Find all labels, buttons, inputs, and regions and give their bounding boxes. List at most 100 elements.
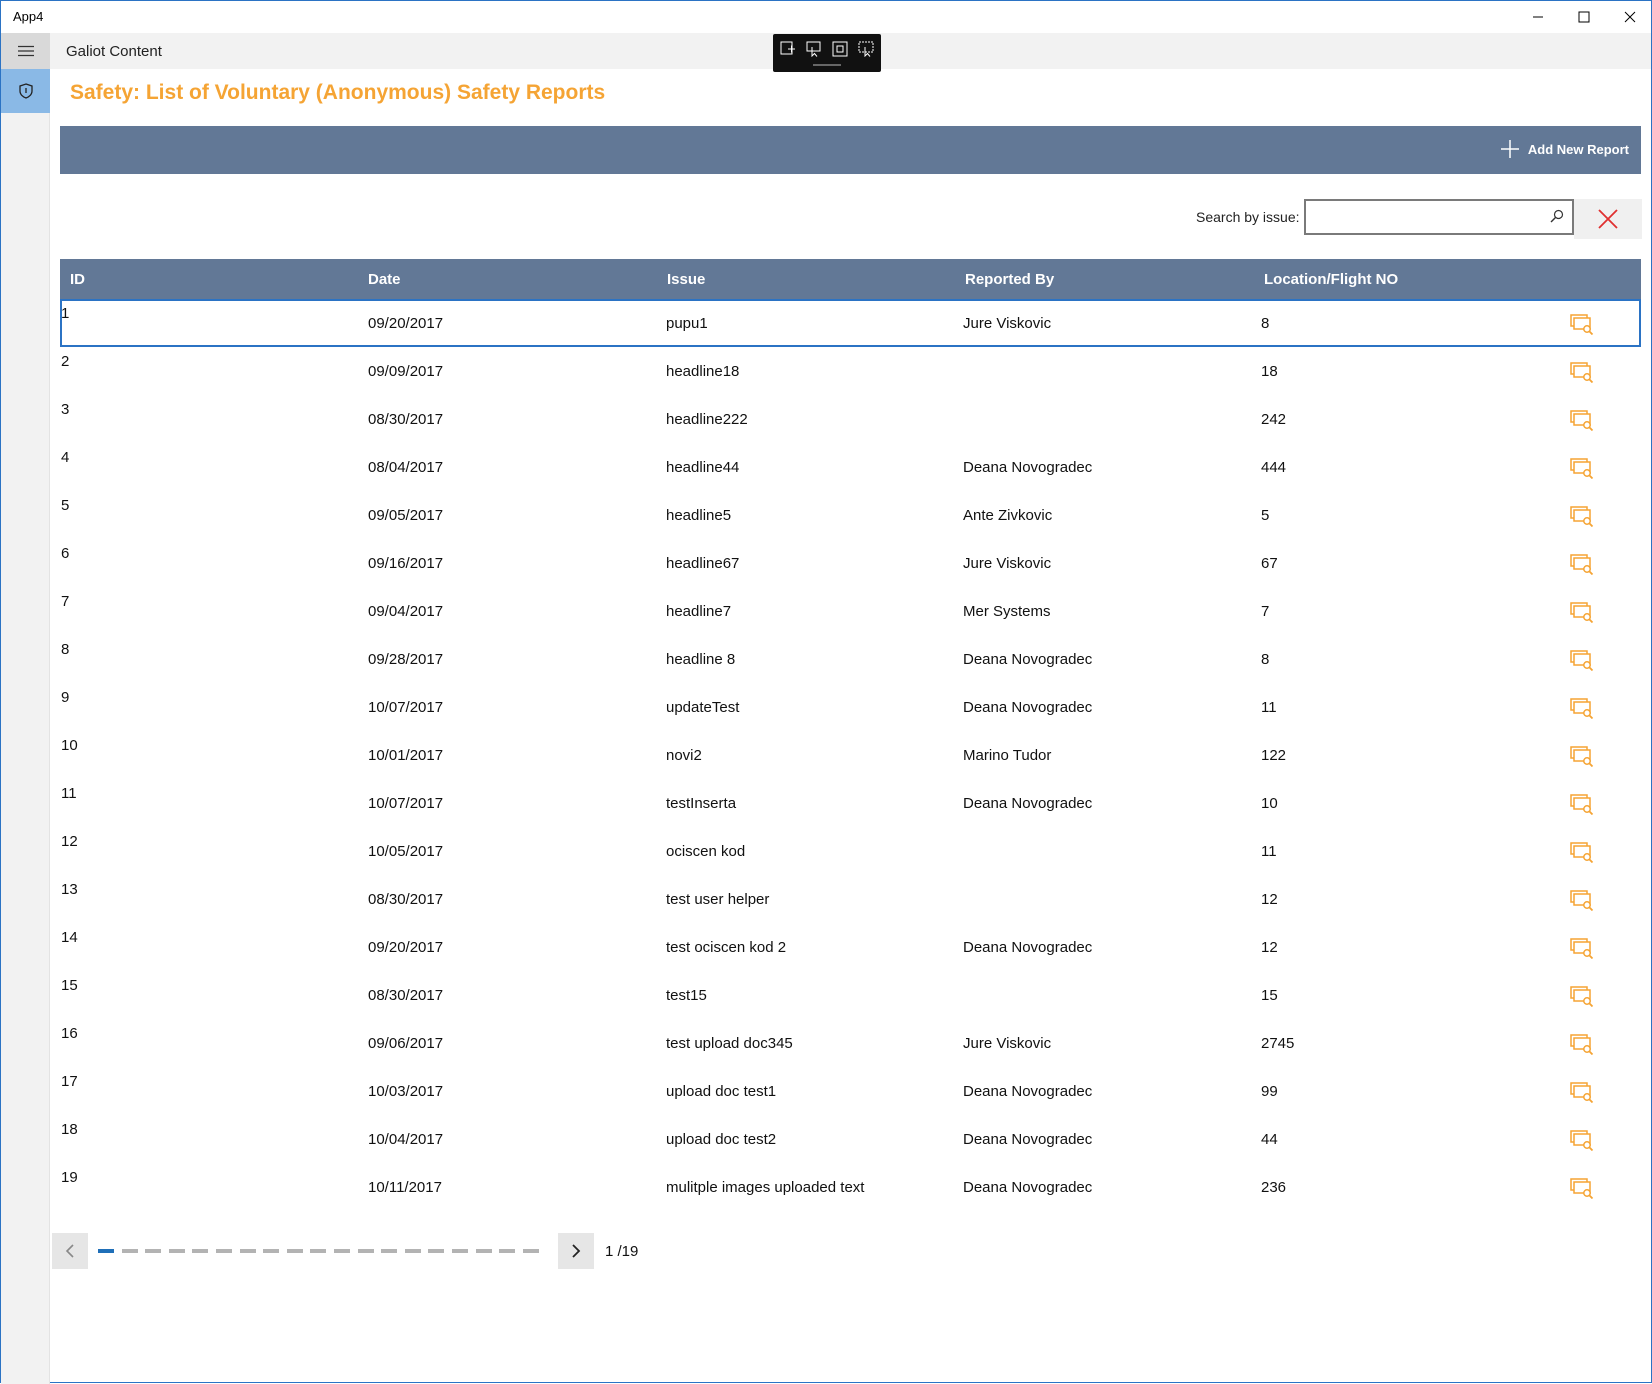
view-report-icon[interactable] [1570, 889, 1594, 912]
table-row[interactable]: 5 09/05/2017 headline5 Ante Zivkovic 5 [60, 491, 1641, 539]
table-row[interactable]: 1 09/20/2017 pupu1 Jure Viskovic 8 [60, 299, 1641, 347]
page-dot[interactable] [192, 1249, 209, 1253]
column-header-issue[interactable]: Issue [667, 271, 705, 288]
next-page-button[interactable] [558, 1233, 594, 1269]
table-row[interactable]: 18 10/04/2017 upload doc test2 Deana Novogr… [60, 1115, 1641, 1163]
view-report-icon[interactable] [1570, 601, 1594, 624]
table-row[interactable]: 15 08/30/2017 test15 15 [60, 971, 1641, 1019]
view-report-icon[interactable] [1570, 553, 1594, 576]
table-row[interactable]: 11 10/07/2017 testInserta Deana Novogradec 1… [60, 779, 1641, 827]
table-row[interactable]: 12 10/05/2017 ociscen kod 11 [60, 827, 1641, 875]
table-row[interactable]: 14 09/20/2017 test ociscen kod 2 Deana Novo… [60, 923, 1641, 971]
page-dot[interactable] [357, 1249, 374, 1253]
column-header-location[interactable]: Location/Flight NO [1264, 271, 1398, 288]
view-report-icon[interactable] [1570, 505, 1594, 528]
page-dot[interactable] [263, 1249, 280, 1253]
cell-location: 67 [1261, 555, 1278, 572]
view-report-icon[interactable] [1570, 313, 1594, 336]
view-report-icon[interactable] [1570, 697, 1594, 720]
cell-id: 4 [61, 449, 70, 466]
page-dot[interactable] [145, 1249, 162, 1253]
page-dot[interactable] [168, 1249, 185, 1253]
live-visual-tree-button[interactable] [778, 40, 798, 58]
select-element-button[interactable] [804, 40, 824, 58]
nav-item-safety[interactable] [1, 69, 50, 113]
view-report-icon[interactable] [1570, 409, 1594, 432]
column-header-reported-by[interactable]: Reported By [965, 271, 1054, 288]
view-report-icon[interactable] [1570, 361, 1594, 384]
cell-date: 08/04/2017 [368, 459, 444, 476]
cell-issue: pupu1 [666, 315, 708, 332]
table-row[interactable]: 2 09/09/2017 headline18 18 [60, 347, 1641, 395]
table-row[interactable]: 19 10/11/2017 mulitple images uploaded tex… [60, 1163, 1641, 1211]
chevron-left-icon [65, 1244, 74, 1258]
search-input[interactable] [1312, 205, 1542, 229]
page-dot[interactable] [475, 1249, 492, 1253]
page-title: Safety: List of Voluntary (Anonymous) Sa… [70, 81, 606, 104]
view-report-icon[interactable] [1570, 985, 1594, 1008]
cell-id: 1 [61, 305, 70, 322]
nav-rail [1, 33, 50, 1384]
track-focus-button[interactable] [856, 40, 876, 58]
view-report-icon[interactable] [1570, 793, 1594, 816]
cell-reported-by: Mer Systems [963, 603, 1051, 620]
hamburger-menu-button[interactable] [1, 33, 50, 69]
table-row[interactable]: 9 10/07/2017 updateTest Deana Novogradec 11 [60, 683, 1641, 731]
minimize-button[interactable] [1515, 1, 1561, 33]
view-report-icon[interactable] [1570, 649, 1594, 672]
cell-location: 8 [1261, 315, 1270, 332]
table-row[interactable]: 17 10/03/2017 upload doc test1 Deana Novogr… [60, 1067, 1641, 1115]
cell-location: 2745 [1261, 1035, 1295, 1052]
table-row[interactable]: 6 09/16/2017 headline67 Jure Viskovic 67 [60, 539, 1641, 587]
page-dot[interactable] [98, 1249, 114, 1253]
page-dot[interactable] [381, 1249, 398, 1253]
table-row[interactable]: 10 10/01/2017 novi2 Marino Tudor 122 [60, 731, 1641, 779]
cell-issue: headline5 [666, 507, 732, 524]
page-dot[interactable] [522, 1249, 539, 1253]
search-icon[interactable] [1550, 209, 1564, 223]
table-row[interactable]: 3 08/30/2017 headline222 242 [60, 395, 1641, 443]
view-report-icon[interactable] [1570, 1129, 1594, 1152]
column-header-id[interactable]: ID [70, 271, 85, 288]
page-dot[interactable] [216, 1249, 232, 1253]
view-report-icon[interactable] [1570, 457, 1594, 480]
column-header-date[interactable]: Date [368, 271, 401, 288]
toolbar-grip[interactable] [813, 64, 841, 66]
page-dot[interactable] [310, 1249, 327, 1253]
view-report-icon[interactable] [1570, 1081, 1594, 1104]
table-row[interactable]: 13 08/30/2017 test user helper 12 [60, 875, 1641, 923]
clear-search-button[interactable] [1574, 199, 1642, 239]
previous-page-button[interactable] [52, 1233, 88, 1269]
reports-list: 1 09/20/2017 pupu1 Jure Viskovic 8 2 09/09/201… [60, 299, 1641, 1211]
view-report-icon[interactable] [1570, 937, 1594, 960]
page-dot[interactable] [121, 1249, 138, 1253]
page-dot[interactable] [286, 1249, 303, 1253]
cell-location: 12 [1261, 891, 1278, 908]
table-row[interactable]: 7 09/04/2017 headline7 Mer Systems 7 [60, 587, 1641, 635]
page-dot[interactable] [404, 1249, 421, 1253]
cell-issue: mulitple images uploaded text [666, 1179, 865, 1196]
cell-id: 18 [61, 1121, 78, 1138]
page-dot[interactable] [334, 1249, 350, 1253]
page-dot[interactable] [499, 1249, 516, 1253]
close-window-button[interactable] [1607, 1, 1652, 33]
view-report-icon[interactable] [1570, 1033, 1594, 1056]
page-dot[interactable] [428, 1249, 445, 1253]
page-dot[interactable] [239, 1249, 256, 1253]
cell-id: 13 [61, 881, 78, 898]
cell-reported-by: Deana Novogradec [963, 699, 1093, 716]
table-row[interactable]: 8 09/28/2017 headline 8 Deana Novogradec 8 [60, 635, 1641, 683]
display-layout-adorners-button[interactable] [830, 40, 850, 58]
add-new-report-button[interactable]: Add New Report [1500, 139, 1629, 159]
view-report-icon[interactable] [1570, 1177, 1594, 1200]
cell-reported-by: Deana Novogradec [963, 795, 1093, 812]
page-dot[interactable] [452, 1249, 468, 1253]
search-box[interactable] [1304, 199, 1574, 235]
table-row[interactable]: 16 09/06/2017 test upload doc345 Jure Visko… [60, 1019, 1641, 1067]
title-bar[interactable]: App4 [1, 1, 1651, 33]
view-report-icon[interactable] [1570, 745, 1594, 768]
maximize-button[interactable] [1561, 1, 1607, 33]
view-report-icon[interactable] [1570, 841, 1594, 864]
cell-issue: test ociscen kod 2 [666, 939, 787, 956]
table-row[interactable]: 4 08/04/2017 headline44 Deana Novogradec 444 [60, 443, 1641, 491]
